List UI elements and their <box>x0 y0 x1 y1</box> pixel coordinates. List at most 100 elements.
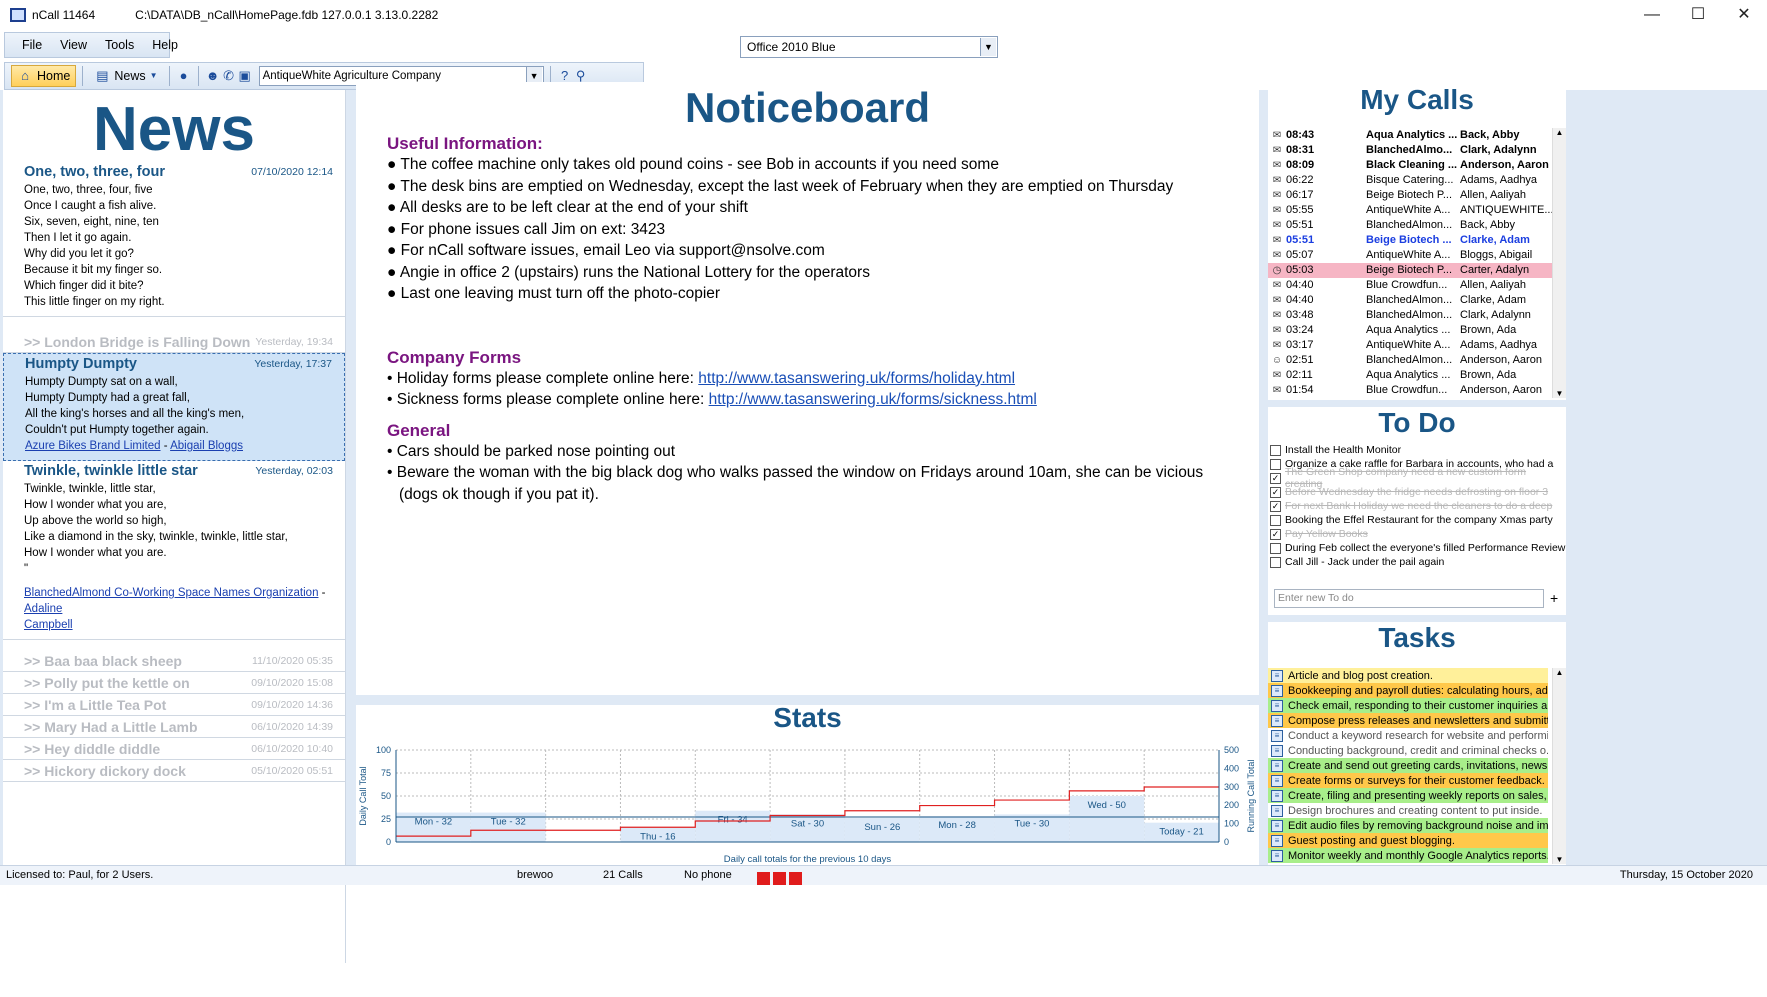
news-collapsed-item[interactable]: >> Hey diddle diddle 06/10/2020 10:40 <box>3 738 345 760</box>
notice-text: The desk bins are emptied on Wednesday, … <box>400 177 1174 195</box>
call-row[interactable]: ✉ 08:43 Aqua Analytics ... Back, Abby <box>1268 128 1552 143</box>
stats-chart: 100 75 50 25 0 500 400 300 200 100 0 Mon - 32 Tue - … <box>358 745 1256 865</box>
task-icon: ≡ <box>1271 759 1283 772</box>
task-item[interactable]: ≡ Monitor weekly and monthly Google Analy… <box>1268 848 1548 863</box>
scroll-up-icon[interactable]: ▲ <box>1553 668 1566 677</box>
call-row[interactable]: ✉ 05:55 AntiqueWhite A... ANTIQUEWHITE... <box>1268 203 1552 218</box>
call-row[interactable]: ✉ 03:17 AntiqueWhite A... Adams, Aadhya <box>1268 338 1552 353</box>
call-row[interactable]: ✉ 02:11 Aqua Analytics ... Brown, Ada <box>1268 368 1552 383</box>
news-collapsed-item[interactable]: >> I'm a Little Tea Pot 09/10/2020 14:36 <box>3 694 345 716</box>
balloon-icon[interactable]: ● <box>176 68 192 84</box>
task-item[interactable]: ≡ Edit audio files by removing background… <box>1268 818 1548 833</box>
contact-link[interactable]: Adaline <box>24 603 62 615</box>
notice-text: Angie in office 2 (upstairs) runs the Na… <box>399 263 870 281</box>
calls-scrollbar[interactable]: ▲ ▼ <box>1552 128 1566 398</box>
maximize-button[interactable]: ☐ <box>1675 0 1721 30</box>
todo-checkbox[interactable] <box>1270 556 1281 568</box>
news-collapsed-item[interactable]: >> Hickory dickory dock 05/10/2020 05:51 <box>3 760 345 782</box>
task-item[interactable]: ≡ Conducting background, credit and crimi… <box>1268 743 1548 758</box>
news-collapsed-item[interactable]: >> Mary Had a Little Lamb 06/10/2020 14:3… <box>3 716 345 738</box>
news-collapsed-item[interactable]: >> London Bridge is Falling Down Yesterd… <box>3 331 345 353</box>
call-row[interactable]: ✉ 01:54 Blue Crowdfun... Anderson, Aaron <box>1268 383 1552 398</box>
task-item[interactable]: ≡ Article and blog post creation. <box>1268 668 1548 683</box>
alert-indicator <box>789 871 802 885</box>
bar-label: Wed - 50 <box>1088 800 1126 811</box>
menu-help[interactable]: Help <box>143 38 187 52</box>
call-row[interactable]: ✉ 05:51 Beige Biotech ... Clarke, Adam <box>1268 233 1552 248</box>
call-row[interactable]: ✉ 04:40 BlanchedAlmon... Clarke, Adam <box>1268 293 1552 308</box>
scroll-up-icon[interactable]: ▲ <box>1553 128 1566 137</box>
news-collapsed-item[interactable]: >> Polly put the kettle on 09/10/2020 15:… <box>3 672 345 694</box>
address-book-icon[interactable]: ▣ <box>237 68 253 84</box>
call-row[interactable]: ✉ 08:31 BlanchedAlmo... Clark, Adalynn <box>1268 143 1552 158</box>
task-item[interactable]: ≡ Compose press releases and newsletters … <box>1268 713 1548 728</box>
call-row[interactable]: ◷ 05:03 Beige Biotech P... Carter, Adalyn <box>1268 263 1552 278</box>
task-item[interactable]: ≡ Create, filing and presenting weekly re… <box>1268 788 1548 803</box>
call-time: 06:22 <box>1286 174 1314 186</box>
form-text: Holiday forms please complete online her… <box>396 369 699 387</box>
menu-view[interactable]: View <box>51 38 96 52</box>
contact-link[interactable]: Abigail Bloggs <box>170 440 243 452</box>
tasks-scrollbar[interactable]: ▲ ▼ <box>1552 668 1566 864</box>
contacts-icon[interactable]: ☻ <box>205 68 221 84</box>
phone-icon[interactable]: ✆ <box>221 68 237 84</box>
form-text: Sickness forms please complete online he… <box>396 391 709 408</box>
new-todo-input[interactable]: Enter new To do <box>1274 589 1544 608</box>
call-time: 05:03 <box>1286 264 1314 276</box>
call-row[interactable]: ☺ 02:51 BlanchedAlmon... Anderson, Aaron <box>1268 353 1552 368</box>
task-item[interactable]: ≡ Conduct a keyword research for website … <box>1268 728 1548 743</box>
scroll-down-icon[interactable]: ▼ <box>1553 389 1566 398</box>
open-icon: ✉ <box>1272 310 1282 321</box>
todo-checkbox[interactable] <box>1270 444 1281 456</box>
notice-item: ● For phone issues call Jim on ext: 3423 <box>387 220 666 238</box>
home-button[interactable]: ⌂ Home <box>11 65 77 87</box>
call-row[interactable]: ✉ 06:17 Beige Biotech P... Allen, Aaliyah <box>1268 188 1552 203</box>
news-item-selected[interactable]: Humpty Dumpty Yesterday, 17:37 Humpty Du… <box>3 353 345 461</box>
contact-link-cont[interactable]: Campbell <box>24 619 73 631</box>
task-item[interactable]: ≡ Bookkeeping and payroll duties: calcula… <box>1268 683 1548 698</box>
todo-checkbox[interactable]: ✓ <box>1270 472 1281 484</box>
news-item[interactable]: Twinkle, twinkle little star Yesterday, … <box>3 461 345 640</box>
add-todo-button[interactable]: + <box>1550 590 1558 606</box>
task-item[interactable]: ≡ Check email, responding to their custom… <box>1268 698 1548 713</box>
todo-checkbox[interactable] <box>1270 514 1281 526</box>
todo-checkbox[interactable]: ✓ <box>1270 486 1281 498</box>
task-item[interactable]: ≡ Create and send out greeting cards, inv… <box>1268 758 1548 773</box>
task-item[interactable]: ≡ Design brochures and creating content t… <box>1268 803 1548 818</box>
task-item[interactable]: ≡ Guest posting and guest blogging. <box>1268 833 1548 848</box>
menu-file[interactable]: File <box>13 38 51 52</box>
news-button[interactable]: ▤ News ▼ <box>89 65 162 87</box>
news-item[interactable]: One, two, three, four 07/10/2020 12:14 O… <box>3 162 345 317</box>
notice-text: All desks are to be left clear at the en… <box>399 199 748 216</box>
sickness-form-link[interactable]: http://www.tasanswering.uk/forms/sicknes… <box>709 391 1037 408</box>
todo-item: Call Jill - Jack under the pail again <box>1270 555 1566 569</box>
chevron-down-icon[interactable]: ▼ <box>150 68 158 84</box>
close-button[interactable]: ✕ <box>1721 0 1767 30</box>
todo-checkbox[interactable]: ✓ <box>1270 500 1281 512</box>
call-row[interactable]: ✉ 03:24 Aqua Analytics ... Brown, Ada <box>1268 323 1552 338</box>
news-collapsed-item[interactable]: >> Baa baa black sheep 11/10/2020 05:35 <box>3 650 345 672</box>
call-row[interactable]: ✉ 05:07 AntiqueWhite A... Bloggs, Abigail <box>1268 248 1552 263</box>
todo-checkbox[interactable] <box>1270 542 1281 554</box>
mail-icon: ✉ <box>1272 145 1282 156</box>
holiday-form-link[interactable]: http://www.tasanswering.uk/forms/holiday… <box>698 370 1015 387</box>
menu-tools[interactable]: Tools <box>96 38 143 52</box>
call-row[interactable]: ✉ 04:40 Blue Crowdfun... Allen, Aaliyah <box>1268 278 1552 293</box>
todo-checkbox[interactable] <box>1270 458 1281 470</box>
call-row[interactable]: ✉ 05:51 BlanchedAlmon... Back, Abby <box>1268 218 1552 233</box>
call-row[interactable]: ✉ 08:09 Black Cleaning ... Anderson, Aaron <box>1268 158 1552 173</box>
call-company: Aqua Analytics ... <box>1366 129 1458 141</box>
minimize-button[interactable]: — <box>1629 0 1675 30</box>
call-row[interactable]: ✉ 03:48 BlanchedAlmon... Clark, Adalynn <box>1268 308 1552 323</box>
task-item[interactable]: ≡ Create forms or surveys for their custo… <box>1268 773 1548 788</box>
news-line: All the king's horses and all the king's… <box>25 408 245 420</box>
scroll-down-icon[interactable]: ▼ <box>1553 855 1566 864</box>
company-link[interactable]: Azure Bikes Brand Limited <box>25 440 161 452</box>
call-company: BlanchedAlmon... <box>1366 309 1453 321</box>
chevron-down-icon[interactable]: ▼ <box>980 38 996 56</box>
general-list: • Cars should be parked nose pointing ou… <box>387 441 1259 506</box>
call-row[interactable]: ✉ 06:22 Bisque Catering... Adams, Aadhya <box>1268 173 1552 188</box>
todo-checkbox[interactable]: ✓ <box>1270 528 1281 540</box>
company-link[interactable]: BlanchedAlmond Co-Working Space Names Or… <box>24 587 318 599</box>
theme-dropdown[interactable]: Office 2010 Blue ▼ <box>740 36 998 58</box>
